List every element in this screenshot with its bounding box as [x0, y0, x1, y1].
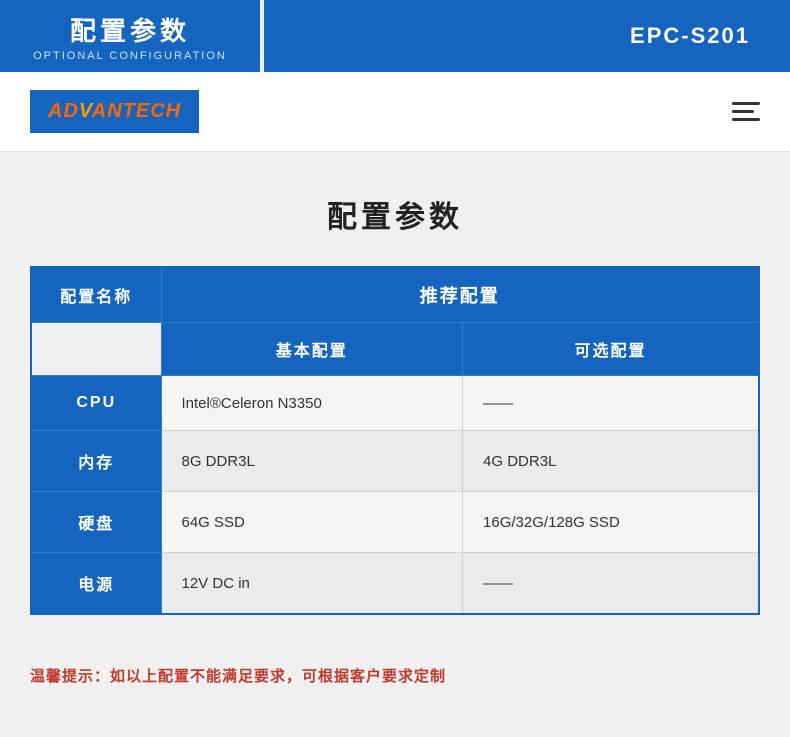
- section-header: 推荐配置: [161, 267, 759, 323]
- col-basic-label: 基本配置: [161, 323, 463, 376]
- header-title: 配置参数: [70, 11, 190, 48]
- menu-line-1: [732, 102, 760, 105]
- navbar: ADVANTECH: [0, 72, 790, 152]
- table-row: 内存 8G DDR3L 4G DDR3L: [31, 431, 759, 492]
- table-row: 电源 12V DC in ——: [31, 553, 759, 615]
- config-table: 配置名称 推荐配置 配置名称 基本配置 可选配置 CPU Intel®Celer…: [30, 266, 760, 615]
- notice-text: 温馨提示：如以上配置不能满足要求，可根据客户要求定制: [0, 645, 790, 706]
- logo-suffix: ANTECH: [92, 100, 181, 122]
- row-basic-cpu: Intel®Celeron N3350: [161, 376, 463, 431]
- header-right-block: EPC-S201: [264, 0, 790, 72]
- row-label-cpu: CPU: [31, 376, 161, 431]
- table-row: 硬盘 64G SSD 16G/32G/128G SSD: [31, 492, 759, 553]
- menu-icon[interactable]: [732, 102, 760, 121]
- col-header-name: 配置名称: [31, 267, 161, 323]
- page-title-section: 配置参数: [0, 152, 790, 266]
- page-header: 配置参数 OPTIONAL CONFIGURATION EPC-S201: [0, 0, 790, 72]
- row-optional-ram: 4G DDR3L: [463, 431, 759, 492]
- table-row: CPU Intel®Celeron N3350 ——: [31, 376, 759, 431]
- row-optional-power: ——: [463, 553, 759, 615]
- row-optional-disk: 16G/32G/128G SSD: [463, 492, 759, 553]
- row-optional-cpu: ——: [463, 376, 759, 431]
- table-header-row-sub: 配置名称 基本配置 可选配置: [31, 323, 759, 376]
- row-label-disk: 硬盘: [31, 492, 161, 553]
- row-basic-ram: 8G DDR3L: [161, 431, 463, 492]
- product-name: EPC-S201: [630, 23, 750, 49]
- row-basic-power: 12V DC in: [161, 553, 463, 615]
- row-label-ram: 内存: [31, 431, 161, 492]
- header-subtitle: OPTIONAL CONFIGURATION: [33, 50, 227, 62]
- table-header-row-top: 配置名称 推荐配置: [31, 267, 759, 323]
- logo-accent: V: [79, 100, 92, 122]
- row-label-power: 电源: [31, 553, 161, 615]
- logo: ADVANTECH: [30, 90, 199, 133]
- row-basic-disk: 64G SSD: [161, 492, 463, 553]
- menu-line-2: [732, 110, 754, 113]
- logo-prefix: AD: [48, 100, 79, 122]
- table-section: 配置名称 推荐配置 配置名称 基本配置 可选配置 CPU Intel®Celer…: [0, 266, 790, 645]
- menu-line-3: [732, 118, 760, 121]
- page-title: 配置参数: [0, 192, 790, 236]
- logo-text: ADVANTECH: [48, 100, 181, 123]
- col-optional-label: 可选配置: [463, 323, 759, 376]
- notice-content: 温馨提示：如以上配置不能满足要求，可根据客户要求定制: [30, 668, 446, 685]
- header-left-block: 配置参数 OPTIONAL CONFIGURATION: [0, 0, 260, 72]
